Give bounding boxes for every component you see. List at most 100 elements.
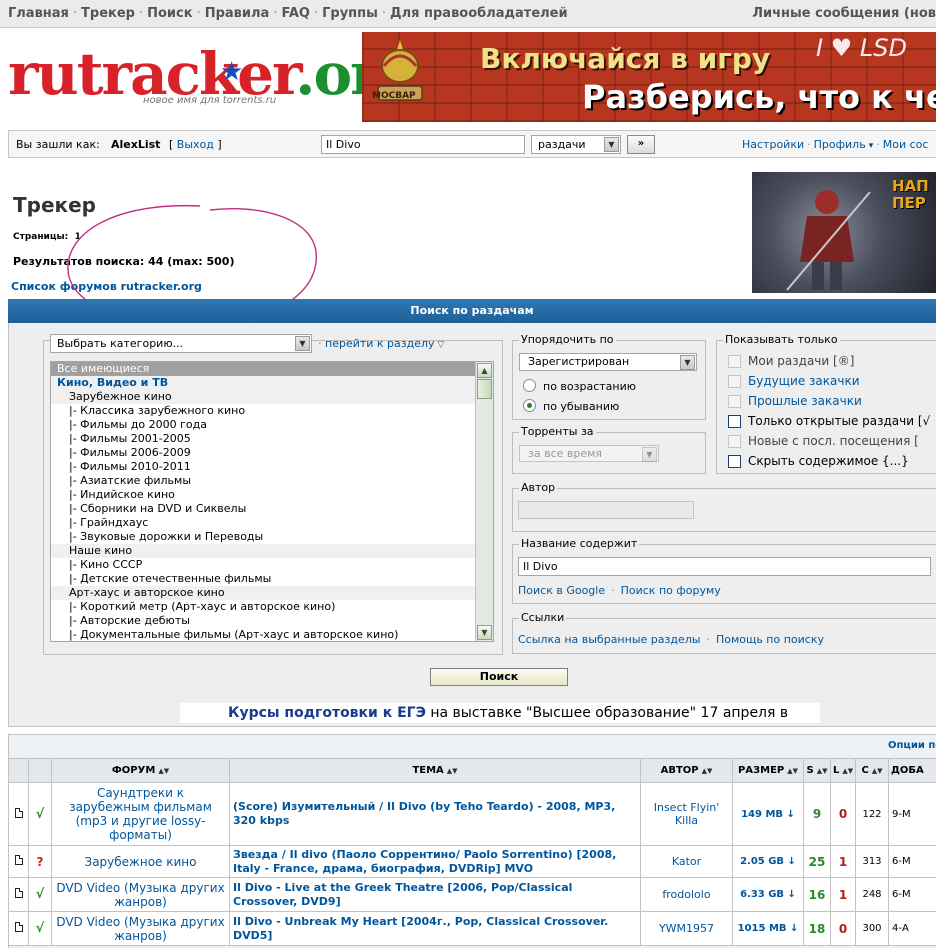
size-download-link[interactable]: 149 MB ↓ bbox=[732, 782, 804, 846]
scroll-up-icon[interactable]: ▲ bbox=[477, 363, 492, 378]
quick-search-button[interactable]: » bbox=[627, 135, 655, 154]
category-option[interactable]: |- Фильмы 2010-2011 bbox=[51, 460, 475, 474]
category-option[interactable]: |- Звуковые дорожки и Переводы bbox=[51, 530, 475, 544]
nav-item[interactable]: Для правообладателей bbox=[390, 6, 568, 21]
col-forum[interactable]: ФОРУМ ▲▼ bbox=[51, 758, 230, 783]
nav-item[interactable]: FAQ bbox=[281, 6, 310, 21]
site-logo[interactable]: rutracker.org ★ новое имя для torrents.r… bbox=[8, 42, 419, 112]
size-download-link[interactable]: 1015 MB ↓ bbox=[732, 911, 804, 946]
category-option[interactable]: |- Фильмы 2001-2005 bbox=[51, 432, 475, 446]
order-desc-radio[interactable] bbox=[523, 399, 536, 412]
col-added[interactable]: ДОБА bbox=[888, 758, 936, 783]
table-row[interactable]: √ Саундтреки к зарубежным фильмам (mp3 и … bbox=[8, 782, 936, 846]
size-download-link[interactable]: 2.05 GB ↓ bbox=[732, 845, 804, 878]
category-option[interactable]: Арт-хаус и авторское кино bbox=[51, 586, 475, 600]
order-asc-radio[interactable] bbox=[523, 379, 536, 392]
nav-item[interactable]: Трекер bbox=[81, 6, 135, 21]
category-option[interactable]: |- Азиатские фильмы bbox=[51, 474, 475, 488]
show-only-checkbox[interactable] bbox=[728, 455, 741, 468]
author-link[interactable]: Kator bbox=[640, 845, 733, 878]
nav-item[interactable]: Группы bbox=[322, 6, 378, 21]
nav-item[interactable]: Главная bbox=[8, 6, 69, 21]
show-only-checkbox[interactable] bbox=[728, 355, 741, 368]
user-link[interactable]: Профиль bbox=[814, 138, 866, 151]
category-option[interactable]: Все имеющиеся bbox=[51, 362, 475, 376]
topic-link[interactable]: Il Divo - Unbreak My Heart [2004г., Pop,… bbox=[229, 911, 641, 946]
order-select[interactable]: Зарегистрирован ▼ bbox=[519, 353, 697, 371]
show-only-checkbox[interactable] bbox=[728, 435, 741, 448]
options-link[interactable]: Опции по bbox=[888, 740, 936, 751]
show-only-label[interactable]: Прошлые закачки bbox=[748, 394, 862, 408]
show-only-checkbox[interactable] bbox=[728, 415, 741, 428]
topic-link[interactable]: (Score) Изумительный / Il Divo (by Teho … bbox=[229, 782, 641, 846]
completed-count: 313 bbox=[855, 845, 889, 878]
quick-search-input[interactable]: Il Divo bbox=[321, 135, 525, 154]
forum-link[interactable]: DVD Video (Музыка других жанров) bbox=[51, 911, 230, 946]
category-option[interactable]: |- Индийское кино bbox=[51, 488, 475, 502]
user-link[interactable]: Мои сос bbox=[883, 138, 929, 151]
period-legend: Торренты за bbox=[519, 425, 596, 438]
author-input[interactable] bbox=[518, 501, 694, 519]
category-option[interactable]: |- Короткий метр (Арт-хаус и авторское к… bbox=[51, 600, 475, 614]
top-banner-ad[interactable]: МОСВАР Включайся в игру Разберись, что к… bbox=[362, 32, 936, 122]
show-only-checkbox[interactable] bbox=[728, 375, 741, 388]
category-option[interactable]: |- Сборники на DVD и Сиквелы bbox=[51, 502, 475, 516]
table-row[interactable]: √ DVD Video (Музыка других жанров) Il Divo… bbox=[8, 911, 936, 946]
category-option[interactable]: |- Документальные фильмы (Арт-хаус и авт… bbox=[51, 628, 475, 641]
nav-item[interactable]: Поиск bbox=[147, 6, 192, 21]
topic-link[interactable]: Il Divo - Live at the Greek Theatre [200… bbox=[229, 877, 641, 912]
category-option[interactable]: |- Фильмы 2006-2009 bbox=[51, 446, 475, 460]
category-option[interactable]: Кино, Видео и ТВ bbox=[51, 376, 475, 390]
category-option[interactable]: |- Грайндхаус bbox=[51, 516, 475, 530]
category-option[interactable]: |- Классика зарубежного кино bbox=[51, 404, 475, 418]
category-option[interactable]: Зарубежное кино bbox=[51, 390, 475, 404]
show-only-label[interactable]: Будущие закачки bbox=[748, 374, 860, 388]
text-ad-line[interactable]: Курсы подготовки к ЕГЭ на выставке "Высш… bbox=[180, 703, 820, 723]
user-link[interactable]: Настройки bbox=[742, 138, 804, 151]
forum-link[interactable]: DVD Video (Музыка других жанров) bbox=[51, 877, 230, 912]
col-leech[interactable]: L ▲▼ bbox=[830, 758, 856, 783]
table-row[interactable]: ? Зарубежное кино Звезда / Il divo (Паоло … bbox=[8, 845, 936, 878]
logout-link[interactable]: Выход bbox=[177, 138, 214, 151]
category-option[interactable]: |- Кино СССР bbox=[51, 558, 475, 572]
forum-link[interactable]: Саундтреки к зарубежным фильмам (mp3 и д… bbox=[51, 782, 230, 846]
scroll-thumb[interactable] bbox=[477, 379, 492, 399]
search-type-select[interactable]: раздачи ▼ bbox=[531, 135, 621, 154]
added-date: 9-М bbox=[888, 782, 936, 846]
table-row[interactable]: √ DVD Video (Музыка других жанров) Il Divo… bbox=[8, 877, 936, 912]
side-game-ad[interactable]: НАП ПЕР bbox=[752, 172, 936, 293]
selected-sections-link[interactable]: Ссылка на выбранные разделы bbox=[518, 633, 700, 646]
google-search-link[interactable]: Поиск в Google bbox=[518, 584, 605, 597]
username[interactable]: AlexList bbox=[111, 138, 160, 151]
scroll-down-icon[interactable]: ▼ bbox=[477, 625, 492, 640]
col-seeds[interactable]: S ▲▼ bbox=[803, 758, 831, 783]
col-author[interactable]: АВТОР ▲▼ bbox=[640, 758, 733, 783]
goto-section-link[interactable]: перейти к разделу bbox=[325, 337, 435, 350]
period-select[interactable]: за все время ▼ bbox=[519, 445, 659, 462]
private-messages-link[interactable]: Личные сообщения (нов bbox=[752, 6, 936, 21]
forum-link[interactable]: Зарубежное кино bbox=[51, 845, 230, 878]
col-topic[interactable]: ТЕМА ▲▼ bbox=[229, 758, 641, 783]
category-option[interactable]: |- Авторские дебюты bbox=[51, 614, 475, 628]
category-option[interactable]: Наше кино bbox=[51, 544, 475, 558]
search-help-link[interactable]: Помощь по поиску bbox=[716, 633, 824, 646]
category-select[interactable]: Выбрать категорию... ▼ bbox=[50, 334, 312, 353]
author-link[interactable]: frodololo bbox=[640, 877, 733, 912]
size-download-link[interactable]: 6.33 GB ↓ bbox=[732, 877, 804, 912]
col-size[interactable]: РАЗМЕР ▲▼ bbox=[732, 758, 804, 783]
category-option[interactable]: |- Детские отечественные фильмы bbox=[51, 572, 475, 586]
top-nav: Главная · Трекер · Поиск · Правила · FAQ · Группы ·… bbox=[8, 6, 568, 21]
author-link[interactable]: Insect Flyin' Killa bbox=[640, 782, 733, 846]
forum-search-link[interactable]: Поиск по форуму bbox=[621, 584, 721, 597]
show-only-checkbox[interactable] bbox=[728, 395, 741, 408]
topic-link[interactable]: Звезда / Il divo (Паоло Соррентино/ Paol… bbox=[229, 845, 641, 878]
col-completed[interactable]: C ▲▼ bbox=[855, 758, 889, 783]
logged-in-label: Вы зашли как: bbox=[16, 138, 100, 151]
search-button[interactable]: Поиск bbox=[430, 668, 568, 686]
category-scrollbar[interactable]: ▲ ▼ bbox=[475, 362, 493, 641]
category-option[interactable]: |- Фильмы до 2000 года bbox=[51, 418, 475, 432]
category-listbox[interactable]: Все имеющиеся Кино, Видео и ТВ Зарубежное … bbox=[50, 361, 494, 642]
nav-item[interactable]: Правила bbox=[205, 6, 270, 21]
author-link[interactable]: YWM1957 bbox=[640, 911, 733, 946]
title-search-input[interactable]: Il Divo bbox=[518, 557, 931, 576]
